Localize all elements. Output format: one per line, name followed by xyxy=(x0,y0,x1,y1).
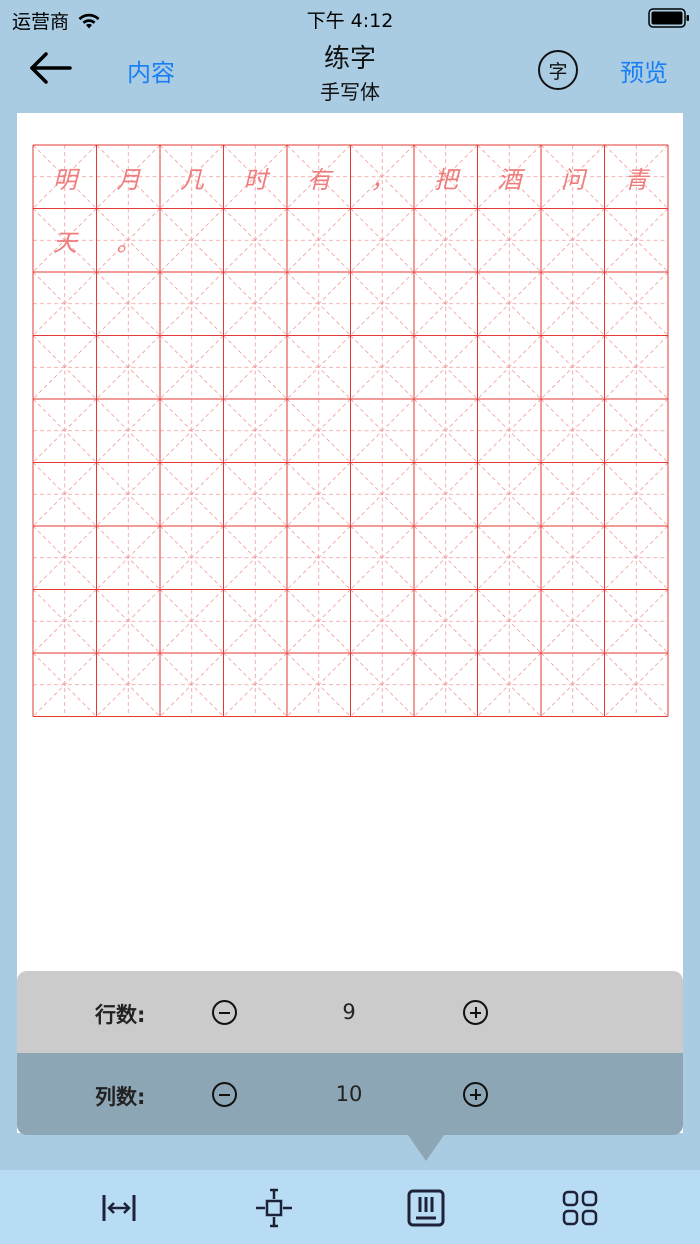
columns-increase-button[interactable] xyxy=(463,1082,488,1107)
columns-setting: 列数: 10 xyxy=(17,1053,683,1135)
rows-increase-button[interactable] xyxy=(463,1000,488,1025)
practice-character: 酒 xyxy=(497,165,522,194)
status-time: 下午 4:12 xyxy=(306,10,394,32)
practice-character: ， xyxy=(370,165,395,194)
practice-character: 问 xyxy=(561,165,585,194)
font-select-button[interactable]: 字 xyxy=(538,50,578,90)
preview-button[interactable]: 预览 xyxy=(620,53,668,88)
bottom-toolbar xyxy=(0,1170,700,1244)
practice-character: 时 xyxy=(243,165,268,194)
page-title: 练字 xyxy=(323,44,376,74)
practice-character: 有 xyxy=(307,165,331,194)
style-options-icon[interactable] xyxy=(560,1188,600,1228)
practice-character: 月 xyxy=(116,165,141,194)
practice-character: 明 xyxy=(53,165,77,194)
columns-value: 10 xyxy=(335,1082,363,1106)
grid-settings-panel: 行数: 9 列数: 10 xyxy=(17,971,683,1135)
status-bar: 运营商 下午 4:12 xyxy=(0,0,700,36)
margin-adjust-icon[interactable] xyxy=(254,1188,294,1228)
navigation-bar: 内容 练字 手写体 字 预览 xyxy=(0,36,700,112)
columns-decrease-button[interactable] xyxy=(212,1082,237,1107)
rows-setting: 行数: 9 xyxy=(17,971,683,1053)
panel-pointer xyxy=(408,1135,444,1161)
practice-character: 青 xyxy=(624,165,649,194)
rows-label: 行数: xyxy=(95,1003,146,1027)
practice-character: 。 xyxy=(116,229,141,257)
rows-value: 9 xyxy=(342,1000,356,1024)
page-subtitle: 手写体 xyxy=(320,80,380,104)
practice-character: 几 xyxy=(180,165,204,194)
columns-label: 列数: xyxy=(95,1085,146,1109)
battery-icon xyxy=(648,8,689,28)
practice-character: 天 xyxy=(53,229,77,257)
practice-character: 把 xyxy=(434,165,458,194)
width-arrows-icon[interactable] xyxy=(99,1188,139,1228)
grid-layout-icon[interactable] xyxy=(406,1188,446,1228)
font-button-label: 字 xyxy=(548,60,568,83)
rows-decrease-button[interactable] xyxy=(212,1000,237,1025)
